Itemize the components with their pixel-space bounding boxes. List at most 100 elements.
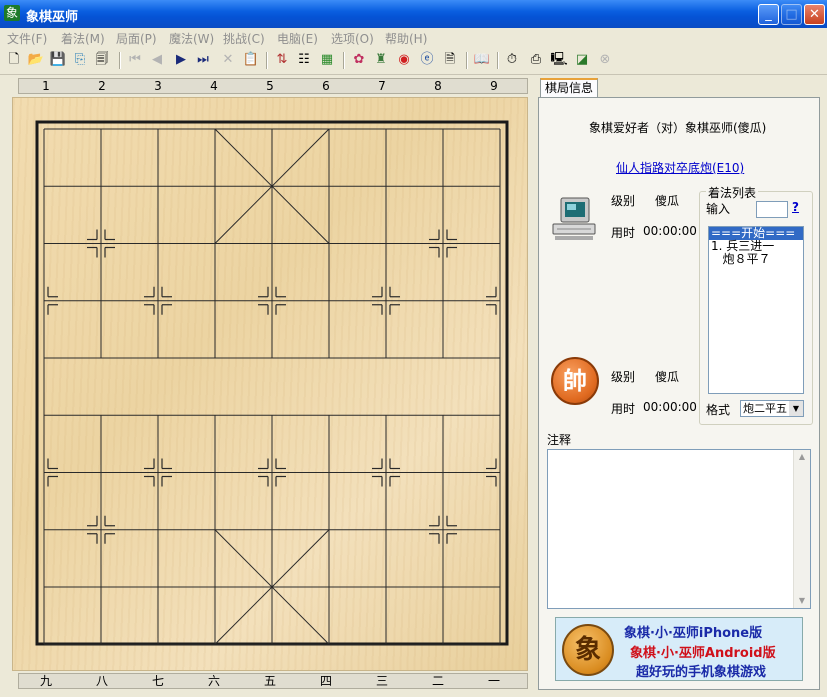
promo-banner[interactable]: 象 象棋·小·巫师iPhone版 象棋·小·巫师Android版 超好玩的手机象… [555, 617, 803, 681]
coord-bottom: 三 [375, 674, 388, 688]
toolbar: 🗋 📂 💾 ⎘ 🗐 ⏮ ◀ ▶ ⏭ ✕ 📋 ⇅ ☷ ▦ ✿ ♜ ◉ ⓔ 🗎 📖 … [0, 48, 827, 75]
minimize-button[interactable]: _ [758, 4, 779, 25]
menu-challenge[interactable]: 挑战(C) [223, 30, 265, 47]
coord-top: 2 [98, 79, 106, 93]
banner-line-iphone: 象棋·小·巫师iPhone版 [624, 626, 763, 641]
tree-icon[interactable]: ☷ [295, 51, 313, 69]
match-title: 象棋爱好者（对）象棋巫师(傻瓜) [589, 121, 767, 135]
properties-icon[interactable]: 🗐 [93, 51, 111, 69]
open-icon[interactable]: 📂 [27, 51, 45, 69]
format-select[interactable]: 炮二平五 ▼ [740, 400, 804, 417]
delete-icon[interactable]: ✕ [219, 51, 237, 69]
coord-top: 1 [42, 79, 50, 93]
window-title: 象棋巫师 [26, 10, 79, 25]
minimize-icon: _ [765, 7, 772, 22]
banner-line-tagline: 超好玩的手机象棋游戏 [636, 665, 767, 680]
new-icon[interactable]: 🗋 [5, 51, 23, 69]
title-bar: 象 象棋巫师 _ □ ✕ [0, 0, 827, 28]
maximize-button[interactable]: □ [781, 4, 802, 25]
coord-bottom: 七 [151, 674, 164, 688]
coord-bottom: 六 [207, 674, 220, 688]
coord-top: 3 [154, 79, 162, 93]
movelist-group: 着法列表 输入 ? ===开始=== 1. 兵三进一 炮８平７ 格式 炮二平五 … [699, 184, 813, 425]
grid-icon[interactable]: ▦ [318, 51, 336, 69]
coord-bottom: 一 [487, 674, 500, 688]
opening-link[interactable]: 仙人指路对卒底炮(E10) [616, 159, 744, 176]
xiangqi-logo-icon: 象 [562, 624, 614, 676]
top-time-label: 用时 [611, 226, 636, 240]
computer-icon [551, 196, 597, 242]
coord-top: 9 [490, 79, 498, 93]
network-icon[interactable]: ◉ [395, 51, 413, 69]
close-icon: ✕ [809, 7, 820, 22]
chess-board[interactable] [12, 97, 528, 671]
browser-icon[interactable]: ⓔ [418, 51, 436, 69]
board-top-coords: 1 2 3 4 5 6 7 8 9 [18, 78, 528, 94]
stop-icon[interactable]: ⊗ [596, 51, 614, 69]
top-level-label: 级别 [611, 194, 636, 208]
prev-move-icon[interactable]: ◀ [148, 51, 166, 69]
last-move-icon[interactable]: ⏭ [194, 51, 212, 69]
menu-computer[interactable]: 电脑(E) [277, 30, 318, 47]
format-value: 炮二平五 [743, 402, 787, 415]
menu-position[interactable]: 局面(P) [116, 30, 157, 47]
analysis-icon[interactable]: ♜ [372, 51, 390, 69]
close-button[interactable]: ✕ [804, 4, 825, 25]
bottom-time-value: 00:00:00 [643, 400, 697, 414]
notes-field[interactable]: ▲ ▼ [547, 449, 811, 609]
coord-bottom: 四 [319, 674, 332, 688]
menu-bar: 文件(F) 着法(M) 局面(P) 魔法(W) 挑战(C) 电脑(E) 选项(O… [0, 28, 827, 48]
first-move-icon[interactable]: ⏮ [126, 51, 144, 69]
notes-scrollbar[interactable]: ▲ ▼ [793, 450, 810, 608]
move-input[interactable] [756, 201, 788, 218]
list-item[interactable]: 炮８平７ [709, 253, 803, 266]
save-icon[interactable]: 💾 [49, 51, 67, 69]
chart-icon[interactable]: ◪ [573, 51, 591, 69]
notes-label: 注释 [547, 433, 572, 447]
movelist-legend: 着法列表 [706, 184, 759, 201]
bottom-time-label: 用时 [611, 402, 636, 416]
palette-icon[interactable]: ✿ [350, 51, 368, 69]
next-move-icon[interactable]: ▶ [172, 51, 190, 69]
top-time-value: 00:00:00 [643, 224, 697, 238]
scroll-up-icon[interactable]: ▲ [794, 450, 810, 464]
clock-icon[interactable]: ⏱ [503, 51, 521, 69]
game-info-panel: 象棋爱好者（对）象棋巫师(傻瓜) 仙人指路对卒底炮(E10) 级别 傻瓜 用时 … [538, 97, 820, 690]
paste-icon[interactable]: 📋 [242, 51, 260, 69]
flip-icon[interactable]: ⇅ [273, 51, 291, 69]
bottom-level-value: 傻瓜 [655, 370, 680, 384]
coord-top: 6 [322, 79, 330, 93]
coord-top: 8 [434, 79, 442, 93]
banner-line-android: 象棋·小·巫师Android版 [630, 646, 776, 661]
menu-file[interactable]: 文件(F) [7, 30, 47, 47]
scroll-down-icon[interactable]: ▼ [794, 594, 810, 608]
tab-game-info[interactable]: 棋局信息 [540, 78, 598, 98]
coord-top: 4 [210, 79, 218, 93]
move-input-label: 输入 [706, 202, 731, 216]
bottom-level-label: 级别 [611, 370, 636, 384]
print-icon[interactable]: ⎙ [527, 51, 545, 69]
app-icon: 象 [4, 5, 20, 21]
coord-bottom: 五 [263, 674, 276, 688]
menu-help[interactable]: 帮助(H) [385, 30, 427, 47]
menu-magic[interactable]: 魔法(W) [169, 30, 214, 47]
coord-top: 7 [378, 79, 386, 93]
coord-bottom: 二 [431, 674, 444, 688]
move-list[interactable]: ===开始=== 1. 兵三进一 炮８平７ [708, 226, 804, 394]
monitor-icon[interactable]: 🖳 [550, 51, 568, 69]
menu-moves[interactable]: 着法(M) [61, 30, 105, 47]
maximize-icon: □ [785, 7, 798, 22]
coord-top: 5 [266, 79, 274, 93]
chevron-down-icon[interactable]: ▼ [789, 401, 803, 416]
book-icon[interactable]: 📖 [473, 51, 491, 69]
coord-bottom: 八 [95, 674, 108, 688]
panel-tabs: 棋局信息 [538, 78, 827, 98]
board-bottom-coords: 九 八 七 六 五 四 三 二 一 [18, 673, 528, 689]
top-level-value: 傻瓜 [655, 194, 680, 208]
board-grid [35, 120, 509, 646]
menu-options[interactable]: 选项(O) [331, 30, 374, 47]
export-icon[interactable]: 🗎 [441, 51, 459, 69]
save-as-icon[interactable]: ⎘ [71, 51, 89, 69]
king-piece-avatar: 帥 [551, 357, 599, 405]
help-link[interactable]: ? [792, 200, 799, 214]
